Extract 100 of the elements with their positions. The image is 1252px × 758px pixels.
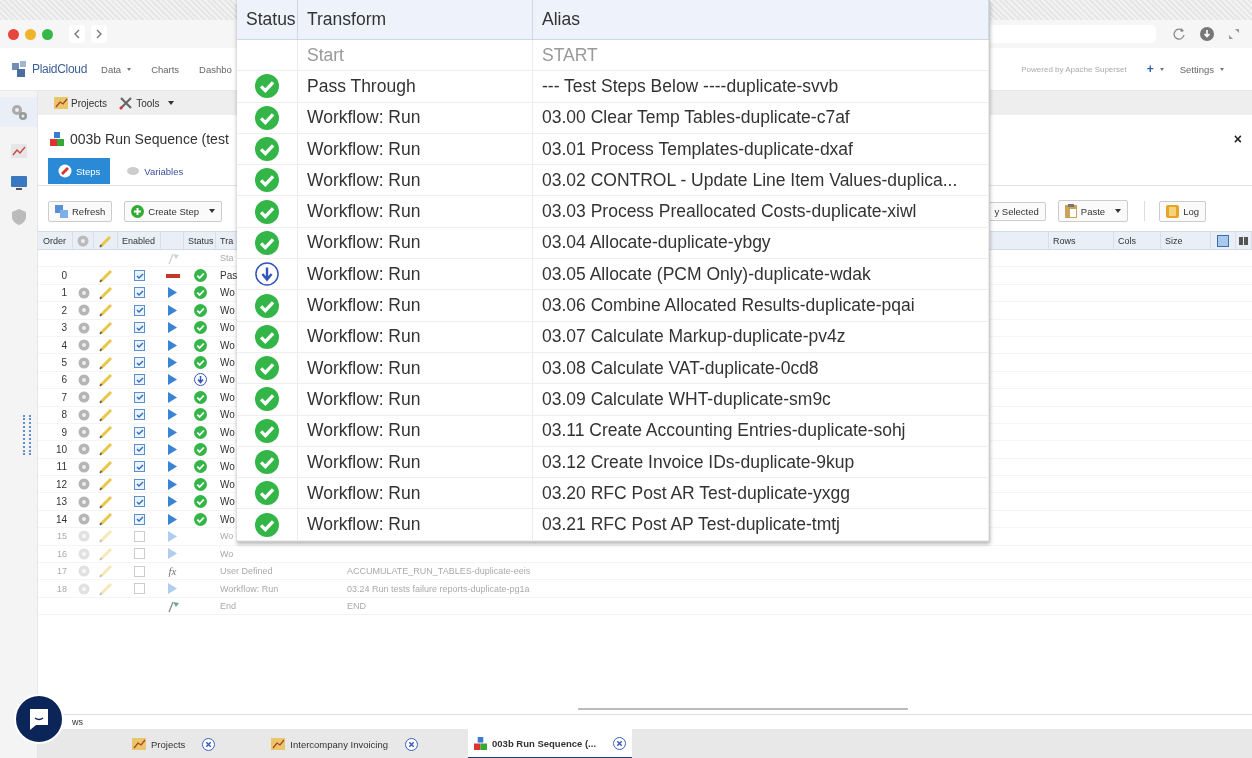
gear-icon[interactable] <box>77 495 90 508</box>
enabled-checkbox[interactable] <box>134 513 145 525</box>
pencil-icon[interactable] <box>99 268 113 283</box>
enabled-checkbox[interactable] <box>134 583 145 595</box>
gear-icon[interactable] <box>77 339 90 352</box>
gear-icon[interactable] <box>77 286 90 299</box>
document-tab[interactable]: Projects <box>126 729 222 758</box>
pencil-icon[interactable] <box>99 390 113 405</box>
enabled-checkbox[interactable] <box>134 444 145 455</box>
expand-icon[interactable] <box>1228 28 1240 40</box>
pencil-icon[interactable] <box>99 320 113 335</box>
close-window-icon[interactable] <box>8 28 19 40</box>
grid-menu-icon[interactable] <box>1238 235 1249 246</box>
enabled-checkbox[interactable] <box>134 548 145 560</box>
gear-icon[interactable] <box>77 443 90 456</box>
enabled-checkbox[interactable] <box>134 409 145 421</box>
add-menu[interactable]: + <box>1146 62 1164 76</box>
nav-menu-item[interactable]: Data <box>101 63 132 75</box>
close-button[interactable]: × <box>1233 131 1242 147</box>
pencil-icon[interactable] <box>99 407 113 422</box>
column-header[interactable]: Tra <box>220 235 234 246</box>
column-header[interactable]: Cols <box>1118 235 1136 246</box>
shield-icon[interactable] <box>10 208 27 226</box>
settings-menu[interactable]: Settings <box>1179 63 1224 75</box>
splitter-handle[interactable] <box>23 415 31 456</box>
enabled-checkbox[interactable] <box>134 339 145 351</box>
gear-icon[interactable] <box>77 460 90 473</box>
chart-icon[interactable] <box>10 144 27 158</box>
tab[interactable]: Variables <box>116 158 194 184</box>
reload-icon[interactable] <box>1172 27 1186 41</box>
close-icon[interactable] <box>405 737 419 751</box>
pencil-icon[interactable] <box>99 285 113 300</box>
pencil-icon[interactable] <box>99 355 113 370</box>
toolbar-button[interactable]: y Selected <box>987 201 1046 221</box>
pencil-icon[interactable] <box>99 338 113 353</box>
gears-icon[interactable] <box>9 103 28 121</box>
column-header[interactable]: Enabled <box>122 235 156 246</box>
gear-icon[interactable] <box>77 321 90 334</box>
column-header[interactable]: Order <box>43 235 66 246</box>
toolbar-menu[interactable]: Tools <box>119 96 175 110</box>
download-icon[interactable] <box>1200 27 1214 41</box>
gear-icon[interactable] <box>77 478 90 491</box>
enabled-checkbox[interactable] <box>134 270 145 282</box>
tab[interactable]: Steps <box>48 158 111 184</box>
enabled-checkbox[interactable] <box>134 478 145 490</box>
logo-text[interactable]: PlaidCloud <box>32 62 88 76</box>
toolbar-button[interactable]: Log <box>1159 200 1206 222</box>
pencil-icon[interactable] <box>99 494 113 509</box>
document-tab[interactable]: Intercompany Invoicing <box>265 729 425 758</box>
enabled-checkbox[interactable] <box>134 391 145 403</box>
forward-button[interactable] <box>91 25 107 43</box>
toolbar-menu[interactable]: Projects <box>54 97 108 109</box>
column-header[interactable]: Transform <box>307 9 387 30</box>
close-icon[interactable] <box>202 737 216 751</box>
toolbar-button[interactable]: Refresh <box>48 200 113 222</box>
gear-icon[interactable] <box>77 373 90 386</box>
column-header[interactable]: Rows <box>1053 235 1076 246</box>
maximize-window-icon[interactable] <box>42 28 53 40</box>
back-button[interactable] <box>69 25 85 43</box>
gear-icon[interactable] <box>77 582 90 595</box>
enabled-checkbox[interactable] <box>134 461 145 473</box>
enabled-checkbox[interactable] <box>134 322 145 334</box>
nav-menu-item[interactable]: Charts <box>151 63 180 75</box>
gear-icon[interactable] <box>77 530 90 543</box>
nav-menu-item[interactable]: Dashbo <box>199 63 232 75</box>
scrollbar[interactable] <box>578 708 908 710</box>
close-icon[interactable] <box>613 736 627 750</box>
column-header[interactable]: Status <box>188 235 214 246</box>
document-tab[interactable]: 003b Run Sequence (... <box>468 729 633 758</box>
pencil-icon[interactable] <box>99 477 113 492</box>
toolbar-button[interactable]: Paste <box>1057 200 1129 222</box>
toolbar-button[interactable]: Create Step <box>124 200 222 222</box>
enabled-checkbox[interactable] <box>134 374 145 386</box>
pencil-icon[interactable] <box>99 425 113 440</box>
pencil-icon[interactable] <box>99 512 113 527</box>
column-chooser-icon[interactable] <box>1217 234 1229 247</box>
enabled-checkbox[interactable] <box>134 357 145 369</box>
minimize-window-icon[interactable] <box>25 28 36 40</box>
gear-icon[interactable] <box>77 356 90 369</box>
column-header[interactable]: Size <box>1165 235 1183 246</box>
enabled-checkbox[interactable] <box>134 304 145 316</box>
gear-icon[interactable] <box>77 426 90 439</box>
enabled-checkbox[interactable] <box>134 530 145 542</box>
gear-icon[interactable] <box>77 565 90 578</box>
enabled-checkbox[interactable] <box>134 565 145 577</box>
pencil-icon[interactable] <box>99 303 113 318</box>
gear-icon[interactable] <box>77 304 90 317</box>
enabled-checkbox[interactable] <box>134 426 145 438</box>
pencil-icon[interactable] <box>99 442 113 457</box>
column-header[interactable]: Alias <box>542 9 580 30</box>
gear-icon[interactable] <box>77 547 90 560</box>
column-header[interactable]: Status <box>246 9 296 30</box>
pencil-icon[interactable] <box>99 459 113 474</box>
pencil-icon[interactable] <box>99 372 113 387</box>
enabled-checkbox[interactable] <box>134 287 145 299</box>
enabled-checkbox[interactable] <box>134 496 145 508</box>
gear-icon[interactable] <box>77 408 90 421</box>
gear-icon[interactable] <box>77 513 90 526</box>
gear-icon[interactable] <box>77 391 90 404</box>
monitor-icon[interactable] <box>9 175 28 191</box>
